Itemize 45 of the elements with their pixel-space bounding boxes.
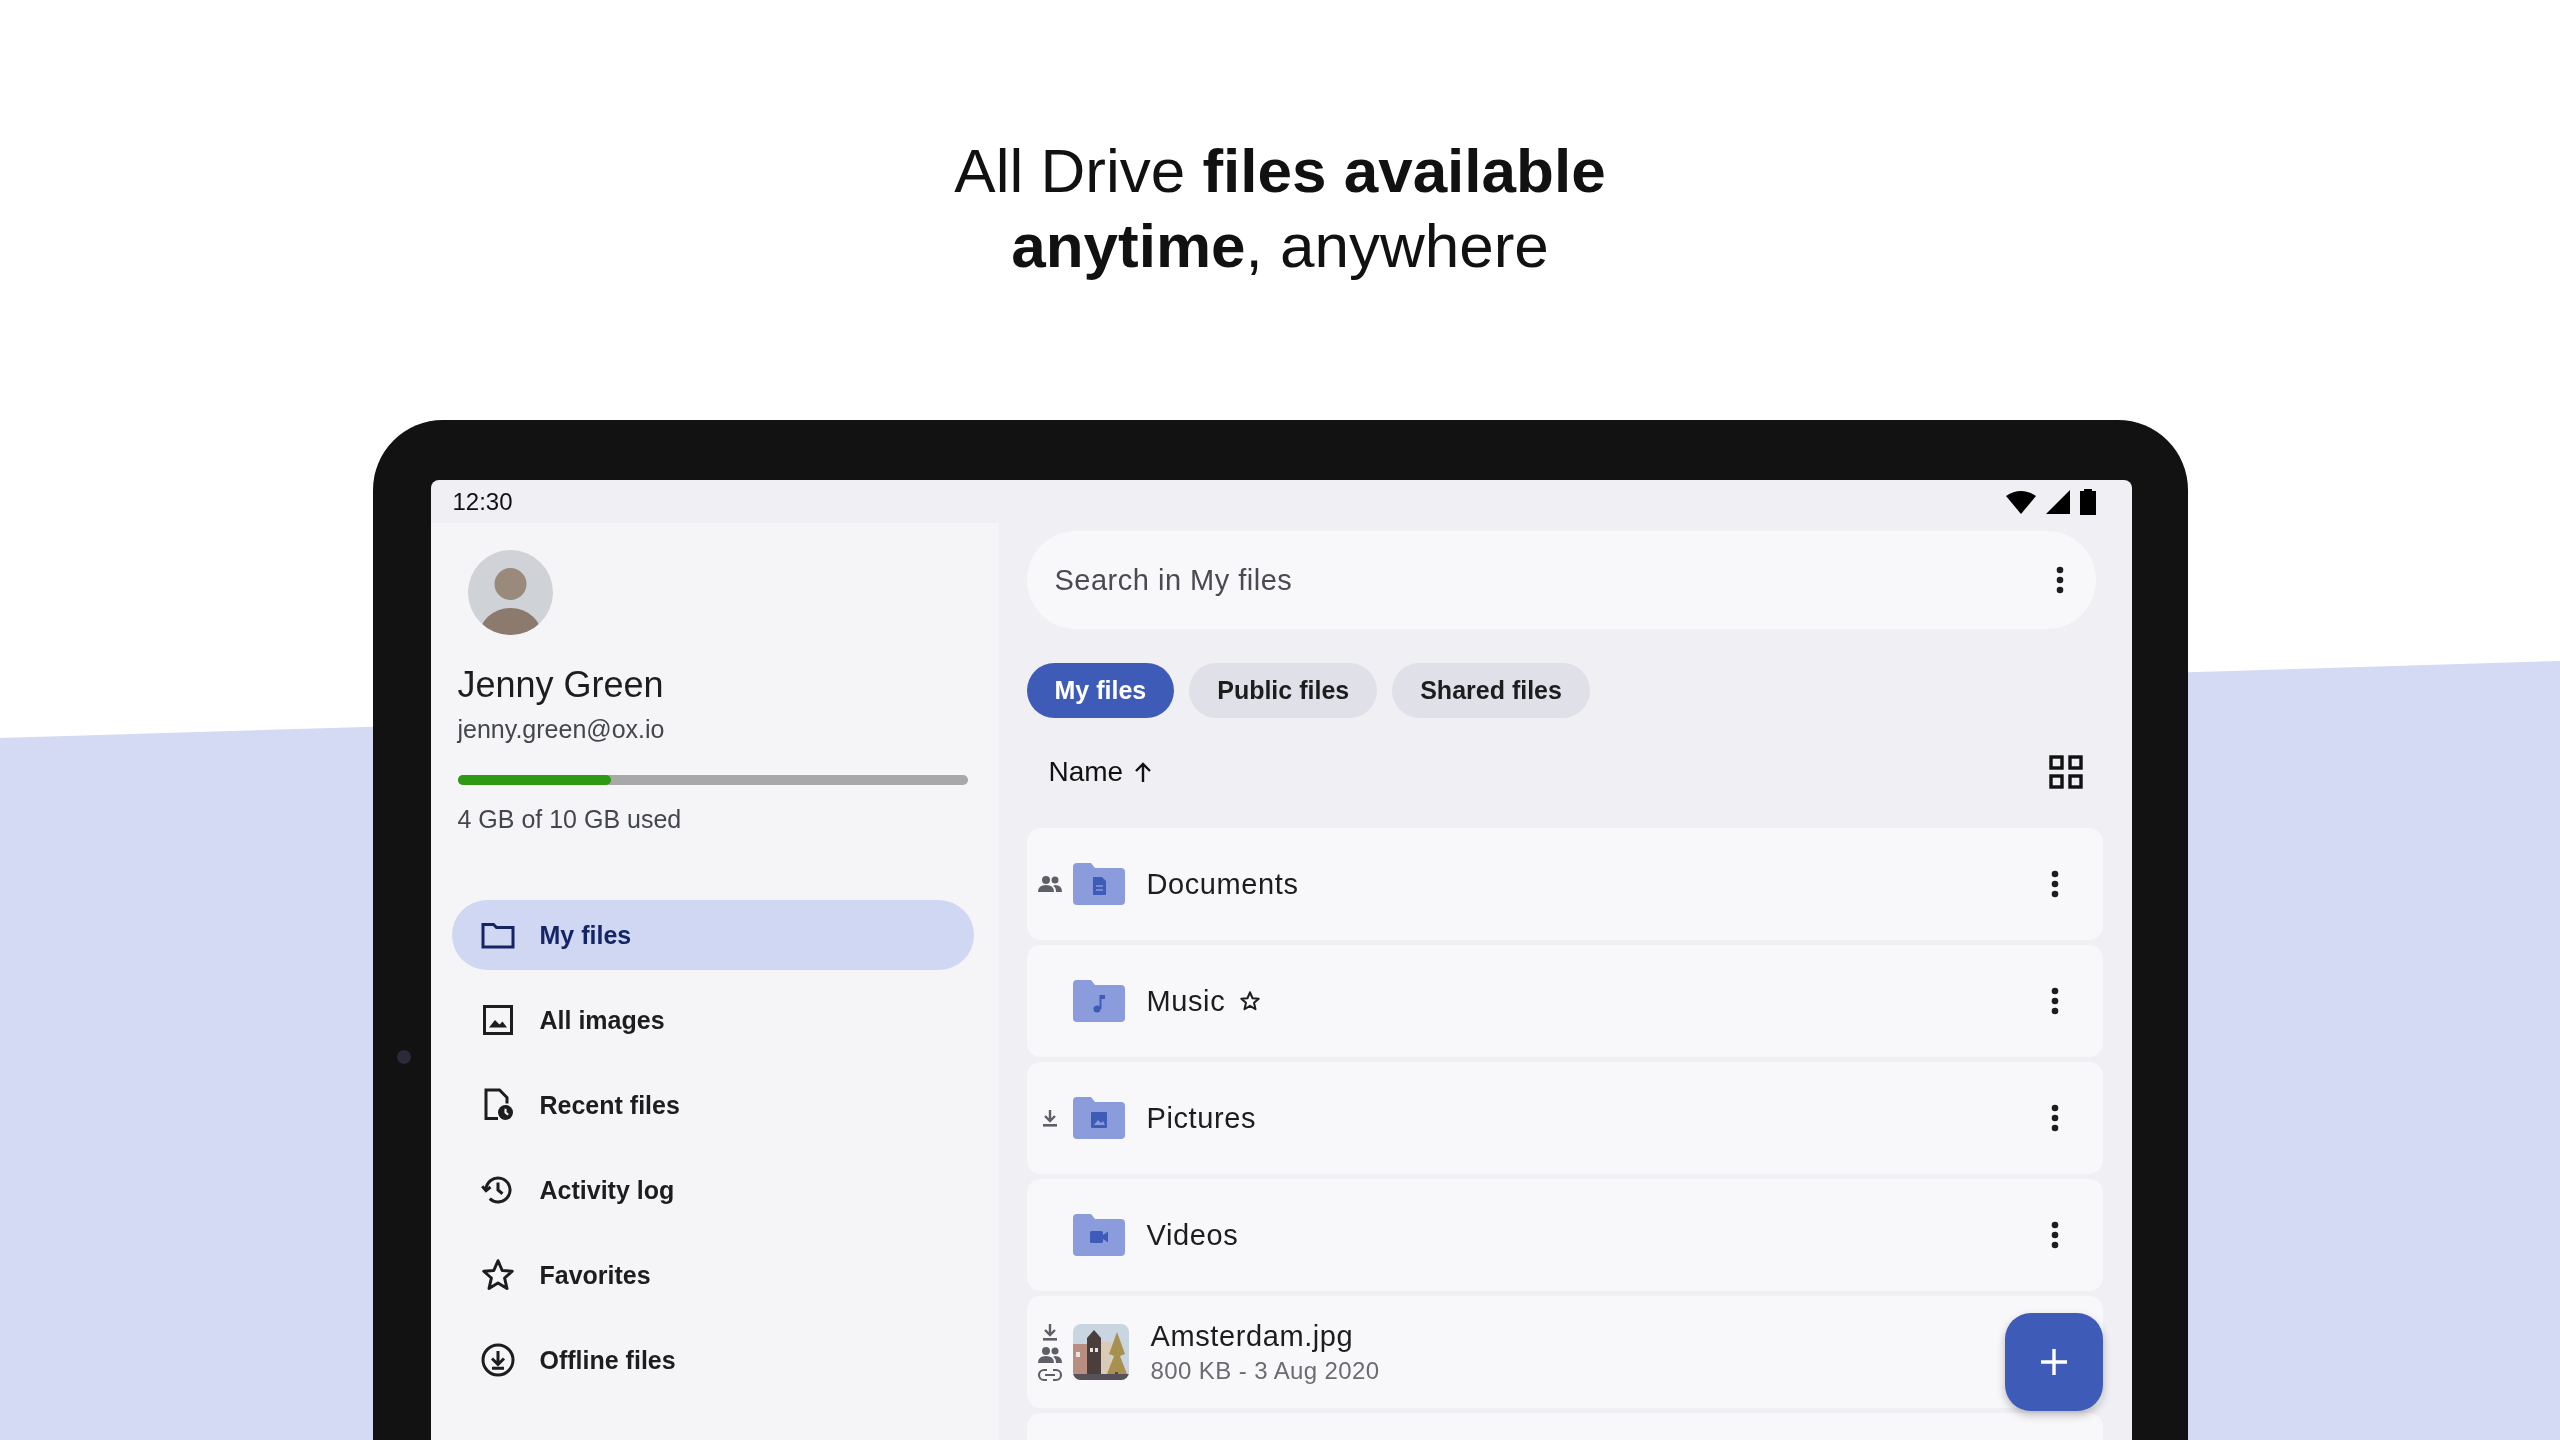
file-name: Amsterdam.jpg	[1150, 1319, 1354, 1353]
user-email: jenny.green@ox.io	[457, 714, 665, 745]
wifi-icon	[2005, 489, 2036, 514]
user-name: Jenny Green	[457, 663, 664, 707]
file-row[interactable]: Videos	[1026, 1179, 2103, 1291]
more-icon[interactable]	[2055, 566, 2064, 594]
file-name: Documents	[1146, 867, 1299, 901]
folder-music-icon	[1072, 980, 1125, 1022]
headline: All Drive files available anytime, anywhere	[954, 135, 1606, 282]
nav-item[interactable]: My files	[451, 900, 974, 970]
file-row[interactable]: Documents	[1026, 828, 2103, 940]
more-icon[interactable]	[2050, 1104, 2059, 1132]
nav-item[interactable]: All images	[451, 985, 974, 1055]
more-icon[interactable]	[2050, 870, 2059, 898]
tab[interactable]: My files	[1026, 663, 1175, 718]
battery-icon	[2079, 488, 2096, 515]
more-icon[interactable]	[2050, 1221, 2059, 1249]
camera-lens	[396, 1050, 411, 1064]
grid-view-icon[interactable]	[2048, 755, 2083, 789]
file-details: 800 KB - 3 Aug 2020	[1150, 1356, 1381, 1385]
search-field[interactable]: Search in My files	[1026, 531, 2096, 629]
file-name: Videos	[1146, 1218, 1239, 1252]
folder-document-icon	[1072, 863, 1125, 905]
sort-button[interactable]: Name	[1048, 756, 1154, 788]
more-icon[interactable]	[2050, 987, 2059, 1015]
nav-item[interactable]: Offline files	[451, 1325, 974, 1395]
tab[interactable]: Public files	[1189, 663, 1378, 718]
download-icon	[479, 1342, 516, 1378]
file-row[interactable]: Music	[1026, 945, 2103, 1057]
folder-image-icon	[1072, 1097, 1125, 1139]
nav-item[interactable]: Activity log	[451, 1155, 974, 1225]
signal-icon	[2045, 489, 2070, 514]
storage-usage: 4 GB of 10 GB used	[457, 804, 682, 835]
file-name: Music	[1146, 984, 1226, 1018]
file-row[interactable]: Pictures	[1026, 1062, 2103, 1174]
nav-item[interactable]: Recent files	[451, 1070, 974, 1140]
plus-icon	[2038, 1347, 2069, 1377]
tab[interactable]: Shared files	[1392, 663, 1590, 718]
folder-video-icon	[1072, 1214, 1125, 1256]
file-name: Pictures	[1146, 1101, 1257, 1135]
star-icon	[479, 1257, 516, 1293]
status-time: 12:30	[452, 487, 513, 516]
add-button[interactable]	[2004, 1313, 2103, 1411]
file-row[interactable]: Amsterdam.jpg 800 KB - 3 Aug 2020	[1026, 1296, 2103, 1408]
nav-item[interactable]: Favorites	[451, 1240, 974, 1310]
